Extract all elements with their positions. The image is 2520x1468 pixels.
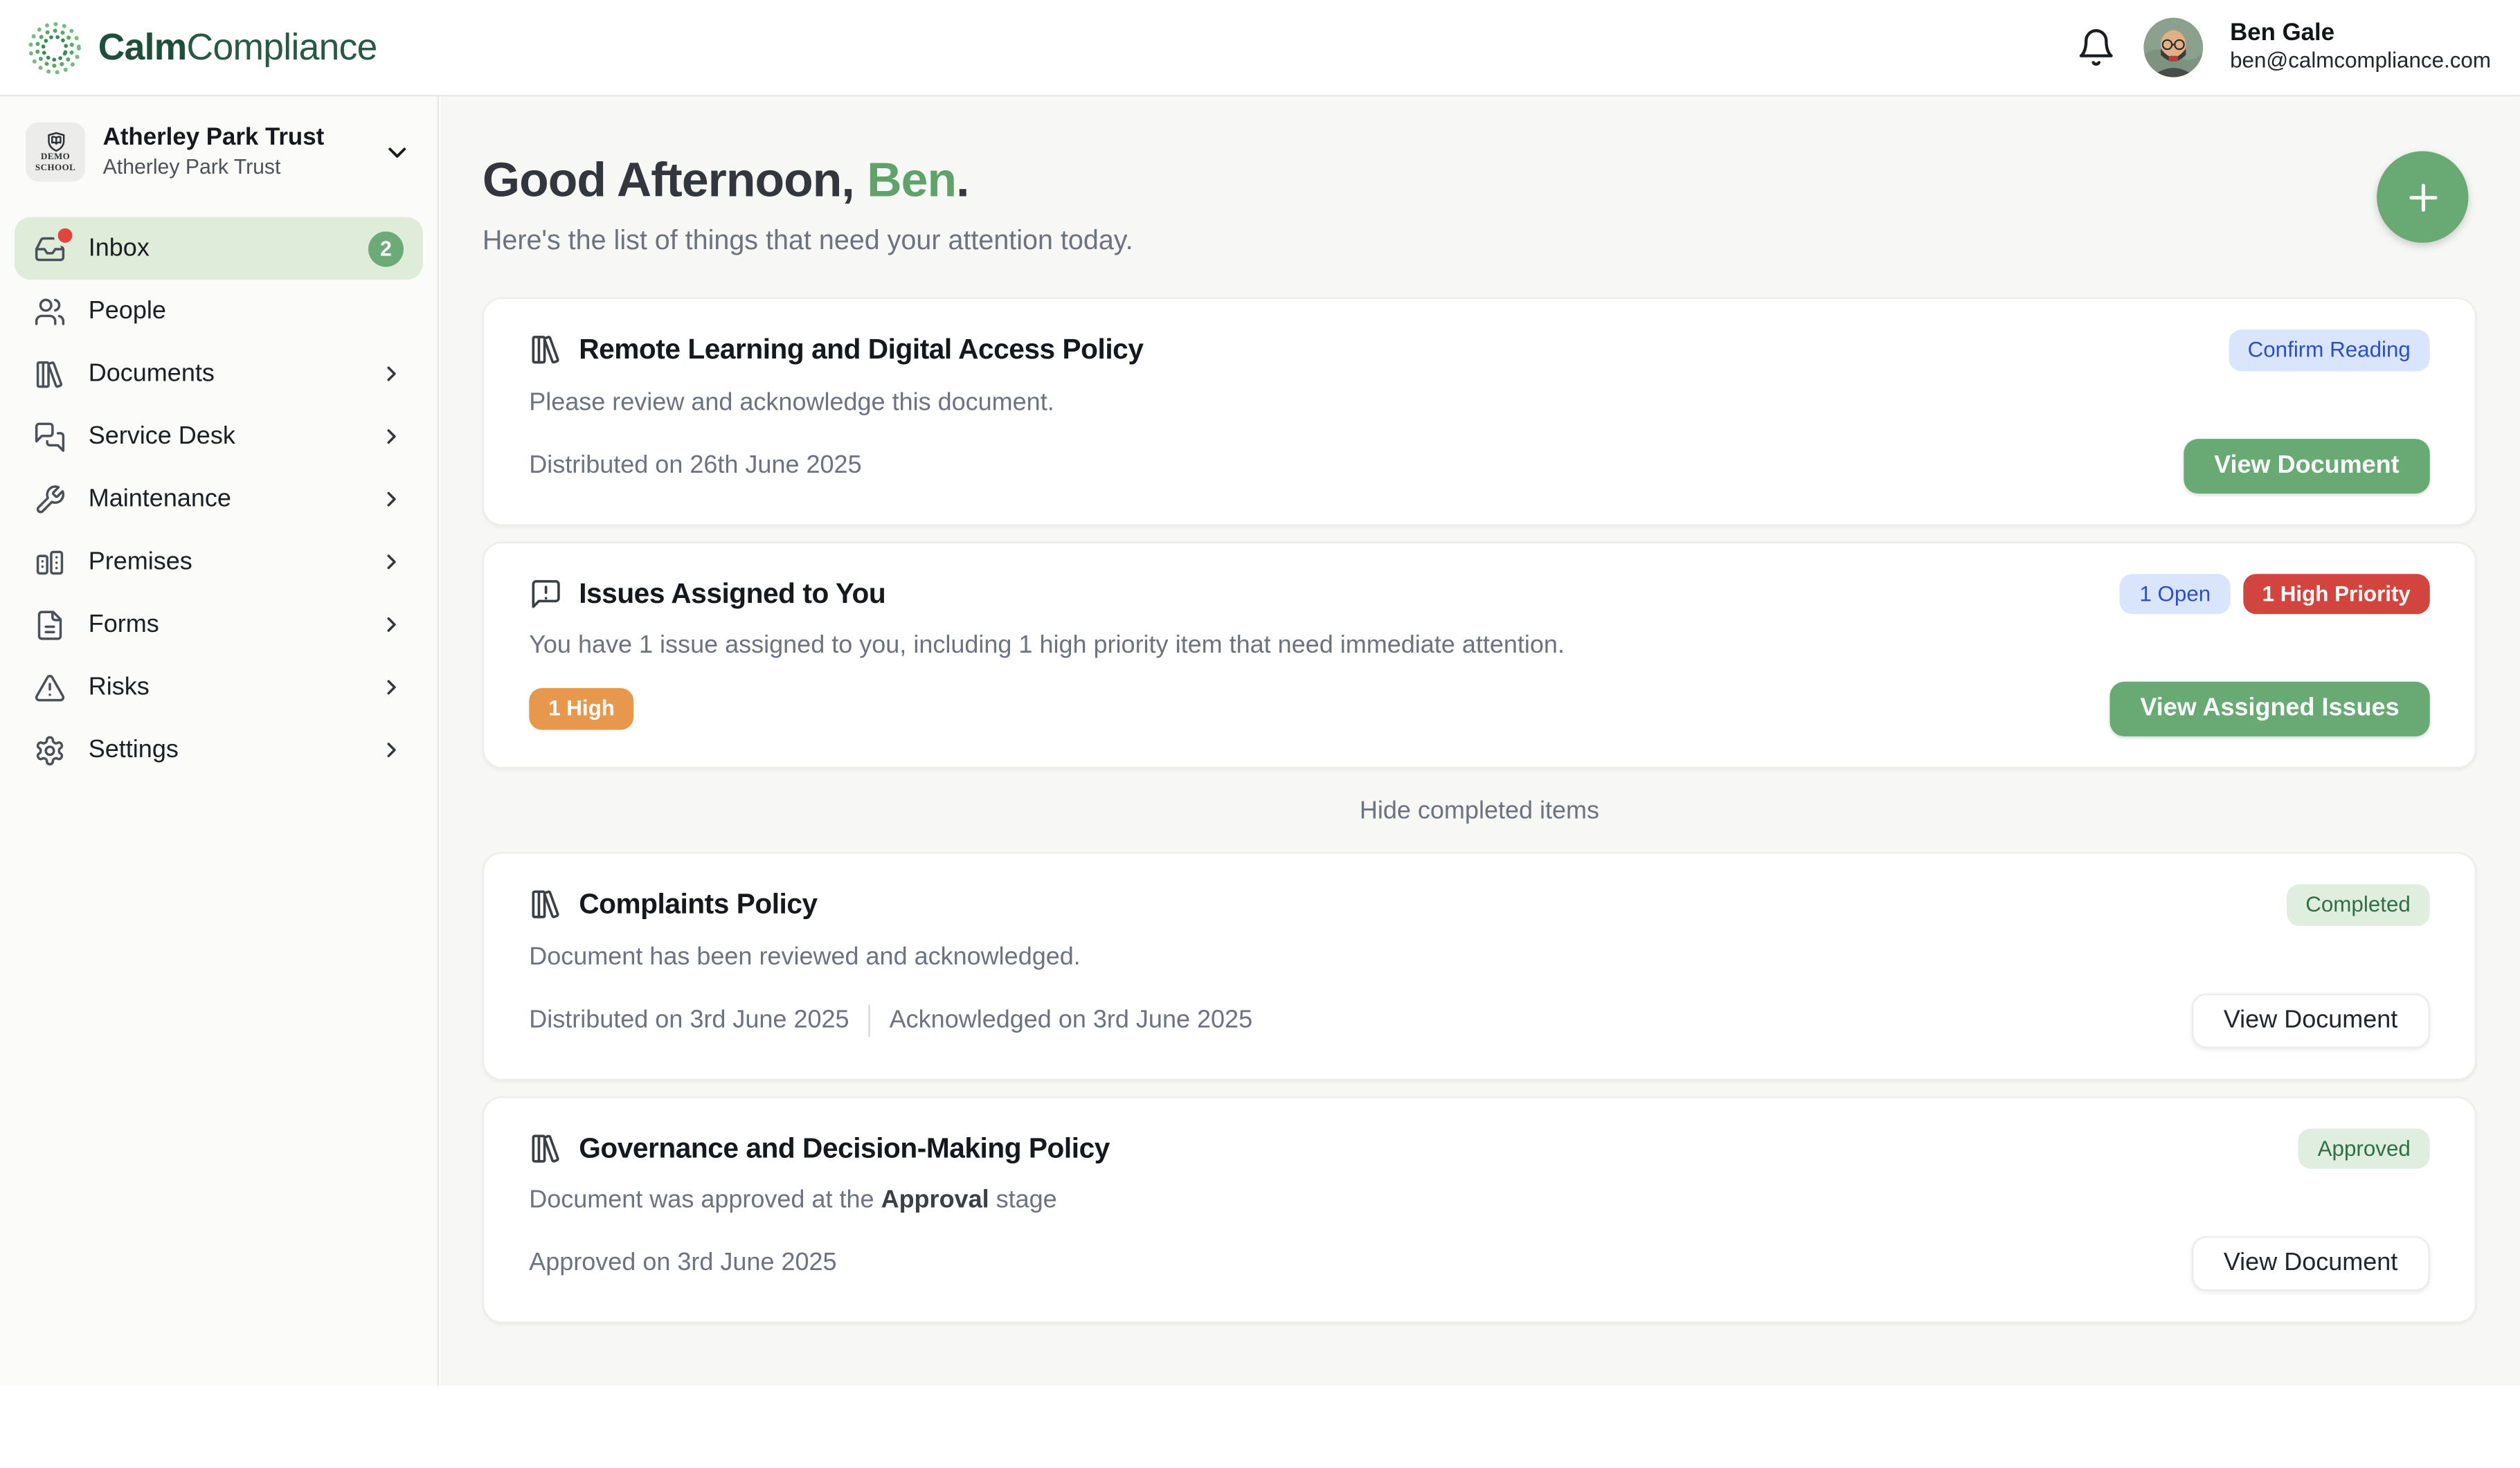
buildings-icon xyxy=(34,546,66,578)
hide-completed-toggle[interactable]: Hide completed items xyxy=(1360,797,1599,826)
approved-date: Approved on 3rd June 2025 xyxy=(529,1249,836,1278)
high-tag-badge: 1 High xyxy=(529,689,634,730)
org-switcher[interactable]: DEMOSCHOOL Atherley Park Trust Atherley … xyxy=(0,96,438,197)
plus-icon xyxy=(2402,176,2443,217)
sidebar-menu: Inbox 2 People Documents Se xyxy=(0,217,438,781)
shield-book-icon xyxy=(43,130,69,153)
file-icon xyxy=(34,608,66,640)
library-icon xyxy=(34,358,66,390)
brand-name: CalmCompliance xyxy=(98,26,377,69)
sidebar-item-premises[interactable]: Premises xyxy=(15,531,423,594)
org-subtitle: Atherley Park Trust xyxy=(103,154,325,181)
add-button[interactable] xyxy=(2377,151,2468,242)
chevron-down-icon xyxy=(383,138,412,167)
distributed-date: Distributed on 26th June 2025 xyxy=(529,451,861,480)
sidebar-item-settings[interactable]: Settings xyxy=(15,718,423,781)
greeting-user-name: Ben xyxy=(867,154,956,208)
brand-logo-icon xyxy=(26,19,84,77)
chat-bubbles-icon xyxy=(34,420,66,452)
library-icon xyxy=(529,333,563,367)
org-title: Atherley Park Trust xyxy=(103,123,325,154)
page-title: Good Afternoon, Ben. xyxy=(483,153,2476,211)
distributed-date: Distributed on 3rd June 2025 xyxy=(529,1006,849,1035)
chevron-right-icon xyxy=(379,362,404,386)
card-confirm-reading: Remote Learning and Digital Access Polic… xyxy=(483,298,2476,525)
divider xyxy=(868,1004,870,1036)
wrench-icon xyxy=(34,483,66,515)
approved-badge: Approved xyxy=(2298,1127,2430,1168)
main-content: Good Afternoon, Ben. Here's the list of … xyxy=(440,96,2519,1386)
page-subtitle: Here's the list of things that need your… xyxy=(483,224,2476,259)
open-count-badge: 1 Open xyxy=(2120,573,2230,614)
card-title: Governance and Decision-Making Policy xyxy=(579,1132,1110,1166)
card-description: Please review and acknowledge this docum… xyxy=(529,387,2430,419)
sidebar-item-people[interactable]: People xyxy=(15,280,423,343)
completed-badge: Completed xyxy=(2286,885,2429,925)
user-menu[interactable]: Ben Gale ben@calmcompliance.com xyxy=(2230,19,2491,76)
card-description: Document has been reviewed and acknowled… xyxy=(529,941,2430,973)
library-icon xyxy=(529,1132,563,1166)
sidebar-item-documents[interactable]: Documents xyxy=(15,343,423,406)
card-issues-assigned: Issues Assigned to You 1 Open 1 High Pri… xyxy=(483,541,2476,769)
chevron-right-icon xyxy=(379,738,404,762)
sidebar-item-maintenance[interactable]: Maintenance xyxy=(15,468,423,531)
chevron-right-icon xyxy=(379,676,404,700)
notifications-bell-icon[interactable] xyxy=(2076,27,2116,67)
card-title: Remote Learning and Digital Access Polic… xyxy=(579,333,1143,367)
inbox-icon xyxy=(34,233,66,264)
view-assigned-issues-button[interactable]: View Assigned Issues xyxy=(2109,682,2429,736)
app-header: CalmCompliance Ben Ga xyxy=(0,0,2520,96)
acknowledged-date: Acknowledged on 3rd June 2025 xyxy=(890,1006,1252,1035)
view-document-button[interactable]: View Document xyxy=(2191,1236,2429,1291)
chevron-right-icon xyxy=(379,613,404,637)
warning-triangle-icon xyxy=(34,671,66,703)
sidebar-item-service-desk[interactable]: Service Desk xyxy=(15,405,423,468)
card-description: Document was approved at the Approval st… xyxy=(529,1185,2430,1217)
view-document-button[interactable]: View Document xyxy=(2191,993,2429,1047)
chevron-right-icon xyxy=(379,550,404,574)
card-description: You have 1 issue assigned to you, includ… xyxy=(529,631,2430,662)
user-email: ben@calmcompliance.com xyxy=(2230,49,2491,76)
gear-icon xyxy=(34,734,66,765)
people-icon xyxy=(34,295,66,327)
message-warning-icon xyxy=(529,577,563,610)
user-name: Ben Gale xyxy=(2230,19,2491,49)
sidebar-item-inbox[interactable]: Inbox 2 xyxy=(15,217,423,280)
status-badge: Confirm Reading xyxy=(2229,329,2430,370)
card-complaints-policy: Complaints Policy Completed Document has… xyxy=(483,852,2476,1080)
unread-dot xyxy=(58,228,73,242)
brand-logo[interactable]: CalmCompliance xyxy=(26,19,377,77)
chevron-right-icon xyxy=(379,424,404,448)
sidebar-item-risks[interactable]: Risks xyxy=(15,656,423,719)
inbox-count-badge: 2 xyxy=(368,230,404,266)
chevron-right-icon xyxy=(379,487,404,511)
card-governance-policy: Governance and Decision-Making Policy Ap… xyxy=(483,1096,2476,1323)
sidebar-item-forms[interactable]: Forms xyxy=(15,593,423,656)
high-priority-badge: 1 High Priority xyxy=(2243,573,2430,614)
card-title: Issues Assigned to You xyxy=(579,577,885,610)
org-logo: DEMOSCHOOL xyxy=(26,123,85,182)
view-document-button[interactable]: View Document xyxy=(2184,438,2430,493)
sidebar: DEMOSCHOOL Atherley Park Trust Atherley … xyxy=(0,96,439,1386)
card-title: Complaints Policy xyxy=(579,888,818,922)
avatar[interactable] xyxy=(2143,18,2203,78)
library-icon xyxy=(529,888,563,922)
app: CalmCompliance Ben Ga xyxy=(0,0,2520,1468)
